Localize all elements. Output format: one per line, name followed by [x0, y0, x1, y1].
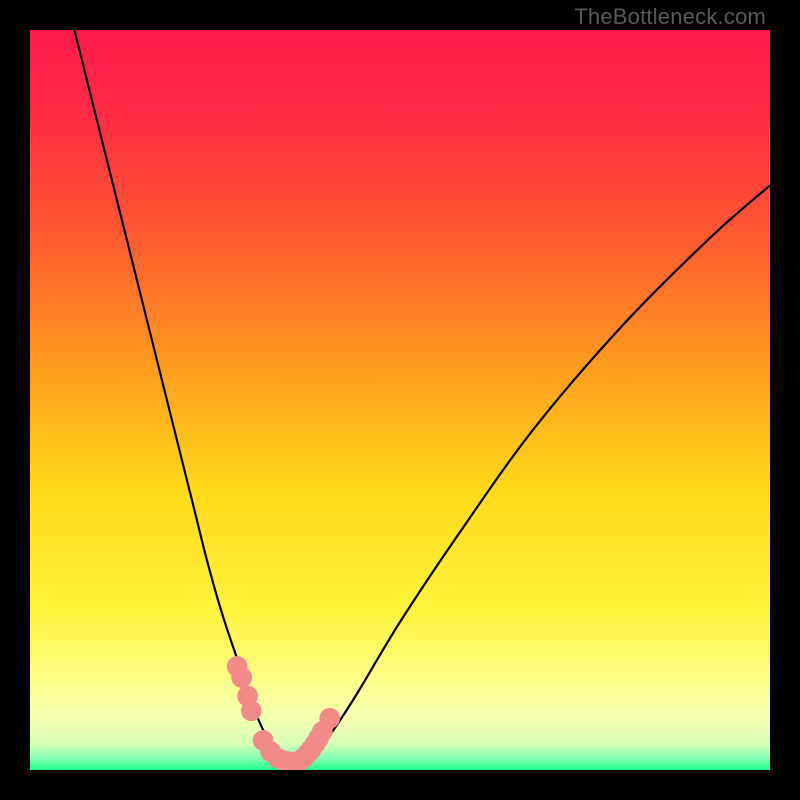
curve-layer — [30, 30, 770, 770]
data-marker — [319, 708, 340, 729]
watermark-text: TheBottleneck.com — [574, 4, 766, 30]
marker-group — [227, 656, 340, 770]
data-marker — [241, 700, 262, 721]
chart-frame: TheBottleneck.com — [0, 0, 800, 800]
data-marker — [231, 667, 252, 688]
bottleneck-curve — [74, 30, 770, 763]
plot-area — [30, 30, 770, 770]
